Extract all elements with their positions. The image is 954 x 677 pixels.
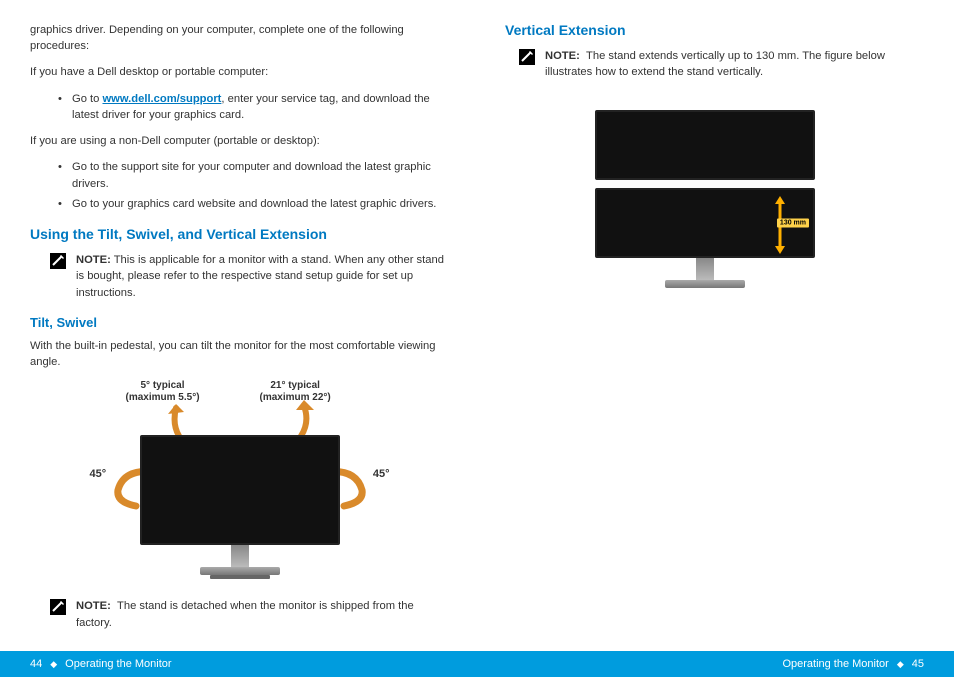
note-body: This is applicable for a monitor with a … <box>76 254 444 298</box>
dell-list: Go to www.dell.com/support, enter your s… <box>30 91 449 123</box>
note-body: The stand extends vertically up to 130 m… <box>545 50 885 78</box>
page-number: 44 <box>30 658 42 670</box>
note-text: NOTE: The stand is detached when the mon… <box>76 598 449 630</box>
swivel-right-label: 45° <box>373 468 390 480</box>
note-body: The stand is detached when the monitor i… <box>76 600 414 628</box>
footer-right: Operating the Monitor ◆ 45 <box>477 651 954 677</box>
footer-diamond-icon: ◆ <box>897 659 904 670</box>
note-icon <box>50 253 66 269</box>
footer-left: 44 ◆ Operating the Monitor <box>0 651 477 677</box>
dell-support-link[interactable]: www.dell.com/support <box>102 93 221 105</box>
footer-diamond-icon: ◆ <box>50 659 57 670</box>
note-stand-applicable: NOTE: This is applicable for a monitor w… <box>50 252 449 301</box>
footer-title: Operating the Monitor <box>782 658 888 670</box>
page-left: graphics driver. Depending on your compu… <box>0 0 477 677</box>
tilt-arrow-forward-icon <box>286 398 316 438</box>
note-text: NOTE: The stand extends vertically up to… <box>545 48 924 80</box>
manual-spread: graphics driver. Depending on your compu… <box>0 0 954 677</box>
section-tilt-swivel-heading: Tilt, Swivel <box>30 315 449 330</box>
dell-bullet-pre: Go to <box>72 93 102 105</box>
note-label: NOTE: <box>545 50 580 62</box>
note-vertical-extension: NOTE: The stand extends vertically up to… <box>519 48 924 80</box>
note-stand-detached: NOTE: The stand is detached when the mon… <box>50 598 449 630</box>
nondell-list: Go to the support site for your computer… <box>30 159 449 212</box>
section-tilt-swivel-ext-heading: Using the Tilt, Swivel, and Vertical Ext… <box>30 226 449 242</box>
height-label: 130 mm <box>777 219 809 228</box>
intro-text: graphics driver. Depending on your compu… <box>30 22 449 54</box>
tilt-back-label: 5° typical (maximum 5.5°) <box>126 380 200 404</box>
monitor-raised <box>595 110 815 180</box>
note-text: NOTE: This is applicable for a monitor w… <box>76 252 449 301</box>
page-right: Vertical Extension NOTE: The stand exten… <box>477 0 954 677</box>
nondell-intro: If you are using a non-Dell computer (po… <box>30 133 449 149</box>
note-label: NOTE: <box>76 254 111 266</box>
note-label: NOTE: <box>76 600 111 612</box>
dell-bullet: Go to www.dell.com/support, enter your s… <box>58 91 449 123</box>
nondell-bullet-2: Go to your graphics card website and dow… <box>58 196 449 212</box>
swivel-left-label: 45° <box>90 468 107 480</box>
tilt-arrow-back-icon <box>164 402 194 438</box>
page-number: 45 <box>912 658 924 670</box>
section-vertical-extension-heading: Vertical Extension <box>505 22 924 38</box>
monitor-illustration <box>140 435 340 579</box>
monitor-lowered: 130 mm <box>595 188 815 258</box>
dell-intro: If you have a Dell desktop or portable c… <box>30 64 449 80</box>
figure-vertical-extension: 130 mm <box>595 110 815 288</box>
nondell-bullet-1: Go to the support site for your computer… <box>58 159 449 191</box>
footer-title: Operating the Monitor <box>65 658 171 670</box>
note-icon <box>519 49 535 65</box>
note-icon <box>50 599 66 615</box>
tilt-body: With the built-in pedestal, you can tilt… <box>30 338 449 370</box>
figure-tilt-swivel: 5° typical (maximum 5.5°) 21° typical (m… <box>90 380 390 590</box>
